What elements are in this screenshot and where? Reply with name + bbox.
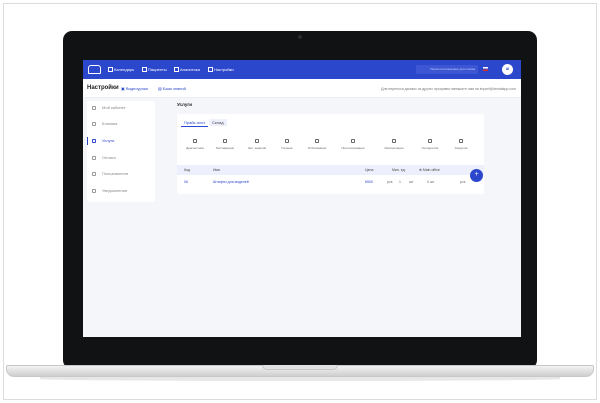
implant-icon [392,139,396,143]
users-icon [142,67,147,73]
nav-patients[interactable]: Пациенты [142,66,167,74]
gear-icon [208,67,213,73]
table-row[interactable]: 06 Штифты для моделей 6500 pcs 1 шт 0 шт… [177,176,484,188]
chart-icon [174,67,179,73]
row-price-unit: pcs [387,180,393,184]
webcam [298,35,302,39]
knowledge-base-link[interactable]: ▤ База знаний [158,86,186,92]
row-name: Штифты для моделей [213,180,249,184]
row-extra: pcs [460,180,466,184]
hygiene-icon [285,139,289,143]
row-price: 6500 [365,180,373,184]
orthodontics-icon [428,139,432,143]
tool-restoration[interactable]: Реставрация [207,139,243,155]
laptop-notch [262,365,338,370]
tab-warehouse[interactable]: Склад [209,119,227,126]
list-icon [92,139,96,143]
sidebar-item-services[interactable]: Услуги [87,136,155,146]
nav-settings[interactable]: Настройки [208,66,234,74]
diagnostics-icon [193,139,197,143]
whitening-icon [315,139,319,143]
avatar[interactable]: AI [502,64,513,75]
column-price[interactable]: Цена [365,165,373,175]
restoration-icon [223,139,227,143]
column-main-office[interactable]: ⊕ Main office [419,165,440,175]
laptop-shadow [40,377,560,381]
app-screen: Календарь Пациенты Аналитика Настройки П… [83,60,521,337]
column-name[interactable]: Имя [213,165,220,175]
tooth-icon [255,139,259,143]
table-header: Код Имя Цена Мин. ед. ⊕ Main office [177,165,484,175]
sidebar-item-clinic[interactable]: Клиника [87,119,155,129]
row-unit: шт [409,180,414,184]
surgery-icon [459,139,463,143]
search-input[interactable]: Поиск или ключевое для поиска [416,65,478,74]
app-logo-icon[interactable] [88,65,101,74]
tool-prosthetics[interactable]: Протезирование [335,139,371,155]
column-min-unit[interactable]: Мин. ед. [392,165,406,175]
row-code: 06 [184,180,188,184]
sidebar-item-users[interactable]: Пользователи [87,169,155,179]
import-note: Для переноса данных из других программ н… [381,87,516,91]
add-service-button[interactable]: + [470,169,483,182]
sub-header: Настройки ▣ Видеоуроки ▤ База знаний Для… [83,79,521,98]
language-flag-icon[interactable] [483,67,488,71]
services-card: Прайс-лист Склад Диагностика Реставрация… [177,114,484,194]
sidebar-item-payment[interactable]: Оплата [87,153,155,163]
tool-surgery[interactable]: Хирургия [443,139,479,155]
page-title: Настройки [87,85,119,91]
nav-analytics[interactable]: Аналитика [174,66,200,74]
tool-implantation[interactable]: Имплантация [376,139,412,155]
top-nav: Календарь Пациенты Аналитика Настройки П… [83,60,521,79]
tab-price-list[interactable]: Прайс-лист [181,119,209,127]
video-lessons-link[interactable]: ▣ Видеоуроки [121,86,148,92]
settings-sidebar: Мой кабинет Клиника Услуги Оплата Пользо… [87,101,155,202]
column-code[interactable]: Код [184,165,190,175]
row-qty: 1 [399,180,401,184]
section-title: Услуги [177,102,192,107]
building-icon [92,122,96,126]
calendar-icon [108,67,113,73]
user-icon [92,106,96,110]
card-icon [92,156,96,160]
bell-icon [92,189,96,193]
share-icon [92,172,96,176]
tool-whitening[interactable]: Отбеливание [299,139,335,155]
sidebar-item-my-cabinet[interactable]: Мой кабинет [87,103,155,113]
nav-calendar[interactable]: Календарь [108,66,134,74]
prosthetics-icon [351,139,355,143]
sidebar-item-notifications[interactable]: Уведомления [87,186,155,196]
row-stock: 0 шт [427,180,435,184]
